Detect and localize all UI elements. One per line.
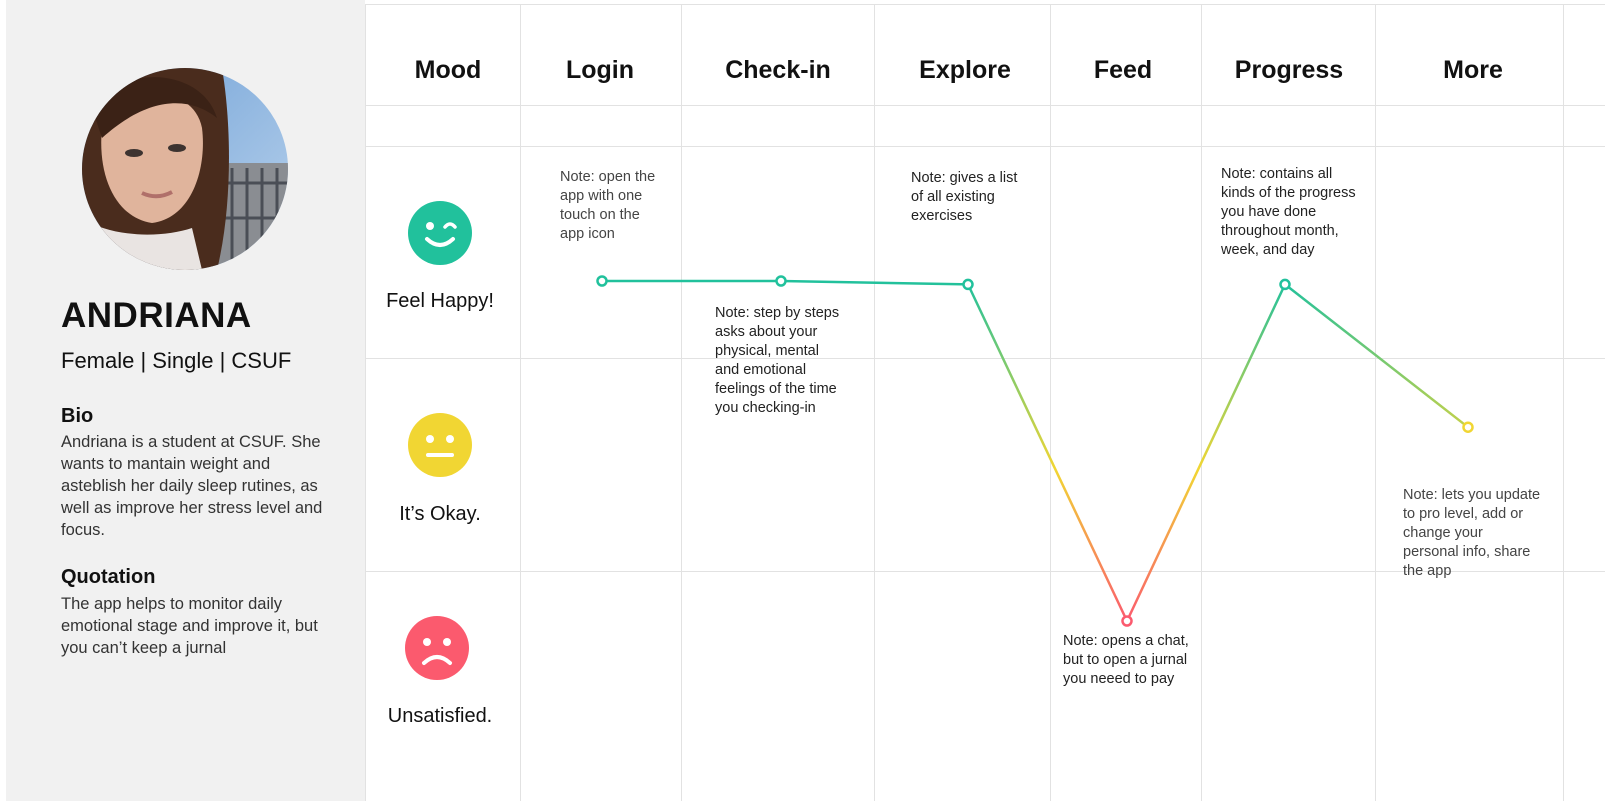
note-progress: Note: contains all kinds of the progress…	[1221, 166, 1356, 258]
avatar	[82, 68, 288, 270]
journey-grid: Mood Login Check-in Explore Feed Progres…	[365, 4, 1605, 801]
journey-point-progress	[1279, 278, 1291, 291]
note-explore: Note: gives a list of all existing exerc…	[911, 170, 1018, 224]
persona-meta: Female | Single | CSUF	[61, 348, 292, 373]
journey-point-explore	[962, 278, 974, 291]
bio-text: Andriana is a student at CSUF. She wants…	[61, 433, 323, 539]
journey-point-more	[1462, 421, 1474, 433]
note-login: Note: open the app with one touch on the…	[560, 169, 656, 242]
persona-panel: ANDRIANA Female | Single | CSUF Bio Andr…	[6, 0, 365, 801]
quotation-heading: Quotation	[61, 566, 156, 588]
bio-heading: Bio	[61, 405, 94, 427]
note-check-in: Note: step by steps asks about your phys…	[715, 305, 840, 416]
journey-point-check-in	[775, 275, 787, 287]
journey-line-chart	[596, 275, 1474, 627]
journey-point-feed	[1121, 615, 1133, 627]
note-more: Note: lets you update to pro level, add …	[1403, 487, 1541, 579]
note-feed: Note: opens a chat, but to open a jurnal…	[1063, 633, 1189, 687]
journey-point-login	[596, 275, 608, 287]
quotation-text: The app helps to monitor daily emotional…	[61, 595, 318, 657]
avatar-photo	[82, 68, 288, 270]
persona-name: ANDRIANA	[61, 296, 252, 335]
